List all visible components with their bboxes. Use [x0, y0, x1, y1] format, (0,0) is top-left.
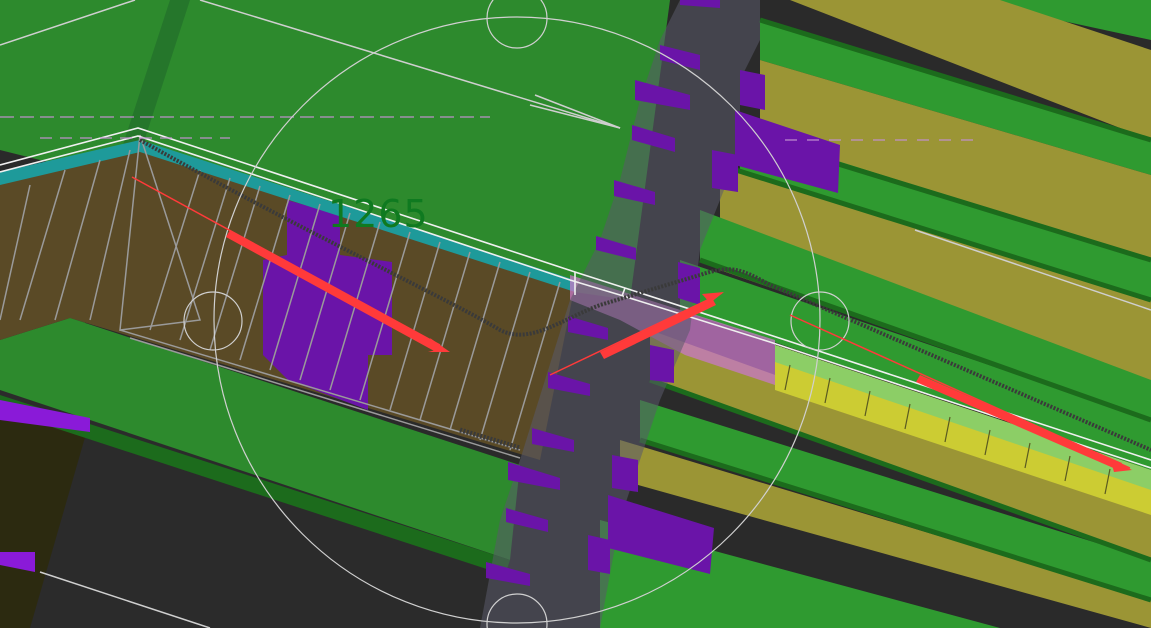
3d-viewport[interactable]: 1265 — [0, 0, 1151, 628]
scene-canvas[interactable] — [0, 0, 1151, 628]
